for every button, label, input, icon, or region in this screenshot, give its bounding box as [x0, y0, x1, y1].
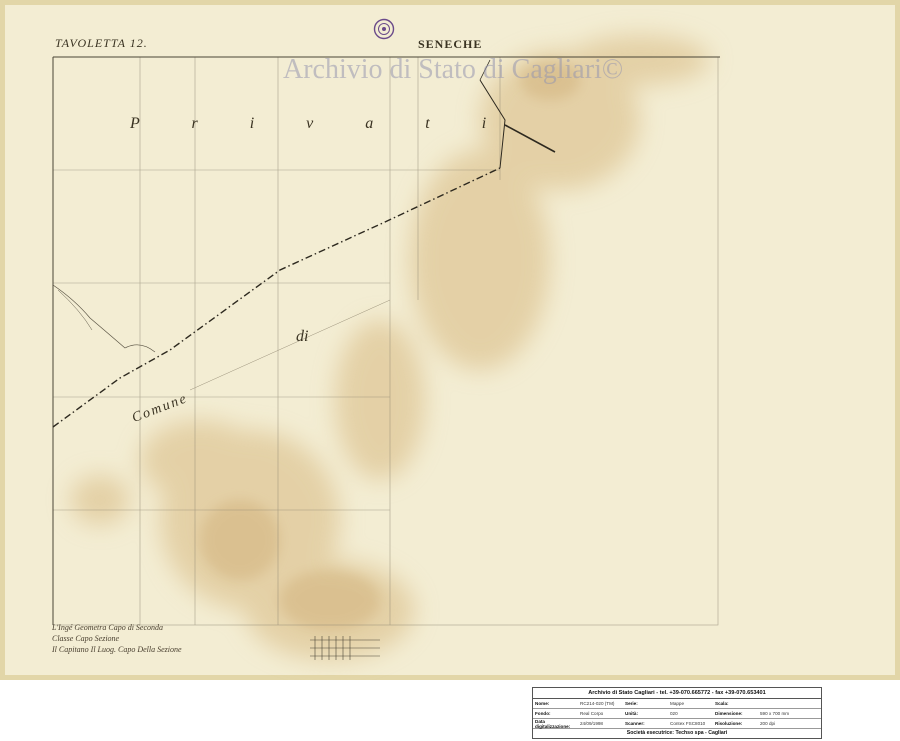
- info-table-footer: Società esecutrice: Techso spa - Cagliar…: [626, 730, 728, 736]
- info-value: 200 dpi: [760, 721, 776, 726]
- map-drawing: [0, 0, 900, 680]
- info-key: Fondo:: [535, 711, 551, 716]
- info-value: 24/09/1998: [580, 721, 603, 726]
- signature-line: Classe Capo Sezione: [52, 634, 120, 643]
- sheet-label: TAVOLETTA 12.: [55, 36, 148, 50]
- map-scan: TAVOLETTA 12. SENECHE Archivio di Stato …: [0, 0, 900, 680]
- info-table-title: Archivio di Stato Cagliari - tel. +39-07…: [533, 688, 821, 699]
- archive-watermark: Archivio di Stato di Cagliari©: [283, 54, 624, 85]
- info-value: RC214-020 (TM): [580, 701, 615, 706]
- info-value: 020: [670, 711, 678, 716]
- signature-block: L'Ingé Geometra Capo di Seconda Classe C…: [52, 622, 182, 655]
- privati-label: P r i v a t i: [130, 115, 511, 132]
- info-value: 590 x 700 mm: [760, 711, 790, 716]
- info-value: Real Corpo: [580, 711, 604, 716]
- info-key: Scanner:: [625, 721, 645, 726]
- info-row: Data digitalizzazione: 24/09/1998 Scanne…: [533, 719, 821, 729]
- info-key: Unità:: [625, 711, 639, 716]
- info-key: Nome:: [535, 701, 550, 706]
- archive-stamp: [373, 18, 395, 40]
- info-row: Nome: RC214-020 (TM) Serie: Mappe Scala:: [533, 699, 821, 709]
- di-label: di: [296, 328, 309, 345]
- archive-info-table: Archivio di Stato Cagliari - tel. +39-07…: [532, 687, 822, 739]
- signature-line: L'Ingé Geometra Capo di Seconda: [52, 623, 164, 632]
- info-value: Mappe: [670, 701, 685, 706]
- signature-line: Il Capitano Il Luog. Capo Della Sezione: [52, 645, 182, 654]
- info-key: Scala:: [715, 701, 729, 706]
- info-key: Risoluzione:: [715, 721, 743, 726]
- info-value: Contex FSC8010: [670, 721, 706, 726]
- info-key: Dimensione:: [715, 711, 743, 716]
- info-row: Fondo: Real Corpo Unità: 020 Dimensione:…: [533, 709, 821, 719]
- locality-label: SENECHE: [418, 37, 483, 51]
- info-key: Serie:: [625, 701, 638, 706]
- info-key: Data digitalizzazione:: [535, 718, 571, 729]
